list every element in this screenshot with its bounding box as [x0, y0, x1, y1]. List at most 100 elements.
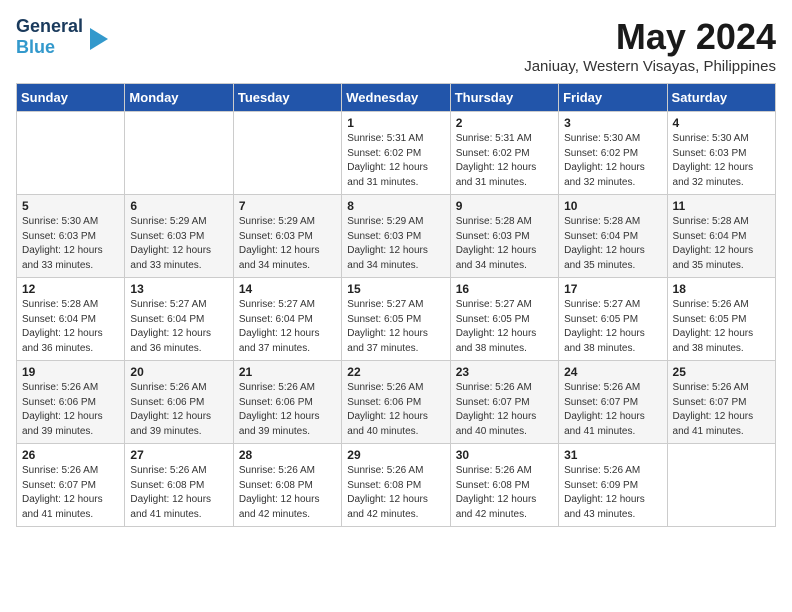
day-number: 10 — [564, 199, 661, 213]
day-info: Sunrise: 5:30 AM Sunset: 6:03 PM Dayligh… — [673, 132, 770, 190]
day-number: 13 — [130, 282, 227, 296]
day-info: Sunrise: 5:29 AM Sunset: 6:03 PM Dayligh… — [130, 215, 227, 273]
day-info: Sunrise: 5:26 AM Sunset: 6:08 PM Dayligh… — [130, 464, 227, 522]
day-number: 19 — [22, 365, 119, 379]
calendar-cell: 26 Sunrise: 5:26 AM Sunset: 6:07 PM Dayli… — [17, 444, 125, 527]
calendar-cell: 9Sunrise: 5:28 AM Sunset: 6:03 PM Daylig… — [450, 195, 558, 278]
day-number: 23 — [456, 365, 553, 379]
day-number: 4 — [673, 116, 770, 130]
day-info: Sunrise: 5:26 AM Sunset: 6:08 PM Dayligh… — [456, 464, 553, 522]
day-info: Sunrise: 5:28 AM Sunset: 6:04 PM Dayligh… — [564, 215, 661, 273]
calendar-cell: 20 Sunrise: 5:26 AM Sunset: 6:06 PM Dayli… — [125, 361, 233, 444]
day-info: Sunrise: 5:28 AM Sunset: 6:03 PM Dayligh… — [456, 215, 553, 273]
calendar-cell: 16Sunrise: 5:27 AM Sunset: 6:05 PM Dayli… — [450, 278, 558, 361]
calendar-cell: 23 Sunrise: 5:26 AM Sunset: 6:07 PM Dayli… — [450, 361, 558, 444]
location-subtitle: Janiuay, Western Visayas, Philippines — [524, 58, 776, 75]
logo: General Blue — [16, 16, 108, 58]
logo-arrow-icon — [90, 28, 108, 50]
day-number: 28 — [239, 448, 336, 462]
day-info: Sunrise: 5:29 AM Sunset: 6:03 PM Dayligh… — [239, 215, 336, 273]
calendar-cell: 24Sunrise: 5:26 AM Sunset: 6:07 PM Dayli… — [559, 361, 667, 444]
calendar-week-3: 12 Sunrise: 5:28 AM Sunset: 6:04 PM Dayli… — [17, 278, 776, 361]
day-info: Sunrise: 5:26 AM Sunset: 6:07 PM Dayligh… — [22, 464, 119, 522]
day-number: 15 — [347, 282, 444, 296]
day-header-monday: Monday — [125, 84, 233, 112]
calendar-cell: 12 Sunrise: 5:28 AM Sunset: 6:04 PM Dayli… — [17, 278, 125, 361]
day-info: Sunrise: 5:26 AM Sunset: 6:09 PM Dayligh… — [564, 464, 661, 522]
calendar-cell — [667, 444, 775, 527]
day-number: 29 — [347, 448, 444, 462]
calendar-week-5: 26 Sunrise: 5:26 AM Sunset: 6:07 PM Dayli… — [17, 444, 776, 527]
calendar-cell: 21Sunrise: 5:26 AM Sunset: 6:06 PM Dayli… — [233, 361, 341, 444]
day-number: 2 — [456, 116, 553, 130]
day-info: Sunrise: 5:29 AM Sunset: 6:03 PM Dayligh… — [347, 215, 444, 273]
title-section: May 2024 Janiuay, Western Visayas, Phili… — [524, 16, 776, 75]
day-info: Sunrise: 5:26 AM Sunset: 6:06 PM Dayligh… — [22, 381, 119, 439]
day-info: Sunrise: 5:26 AM Sunset: 6:08 PM Dayligh… — [239, 464, 336, 522]
calendar-table: SundayMondayTuesdayWednesdayThursdayFrid… — [16, 83, 776, 527]
day-number: 27 — [130, 448, 227, 462]
day-info: Sunrise: 5:30 AM Sunset: 6:03 PM Dayligh… — [22, 215, 119, 273]
day-info: Sunrise: 5:26 AM Sunset: 6:07 PM Dayligh… — [456, 381, 553, 439]
day-number: 11 — [673, 199, 770, 213]
day-info: Sunrise: 5:26 AM Sunset: 6:06 PM Dayligh… — [347, 381, 444, 439]
day-info: Sunrise: 5:26 AM Sunset: 6:06 PM Dayligh… — [239, 381, 336, 439]
day-number: 7 — [239, 199, 336, 213]
day-number: 6 — [130, 199, 227, 213]
day-number: 16 — [456, 282, 553, 296]
calendar-cell: 14Sunrise: 5:27 AM Sunset: 6:04 PM Dayli… — [233, 278, 341, 361]
calendar-cell: 30 Sunrise: 5:26 AM Sunset: 6:08 PM Dayli… — [450, 444, 558, 527]
day-number: 22 — [347, 365, 444, 379]
day-info: Sunrise: 5:27 AM Sunset: 6:05 PM Dayligh… — [564, 298, 661, 356]
logo-general: General — [16, 16, 83, 37]
calendar-cell: 10 Sunrise: 5:28 AM Sunset: 6:04 PM Dayli… — [559, 195, 667, 278]
page-header: General Blue May 2024 Janiuay, Western V… — [16, 16, 776, 75]
day-info: Sunrise: 5:27 AM Sunset: 6:05 PM Dayligh… — [347, 298, 444, 356]
day-number: 17 — [564, 282, 661, 296]
day-header-saturday: Saturday — [667, 84, 775, 112]
day-number: 20 — [130, 365, 227, 379]
calendar-cell: 31 Sunrise: 5:26 AM Sunset: 6:09 PM Dayli… — [559, 444, 667, 527]
day-info: Sunrise: 5:30 AM Sunset: 6:02 PM Dayligh… — [564, 132, 661, 190]
calendar-cell: 27 Sunrise: 5:26 AM Sunset: 6:08 PM Dayli… — [125, 444, 233, 527]
day-number: 31 — [564, 448, 661, 462]
calendar-header-row: SundayMondayTuesdayWednesdayThursdayFrid… — [17, 84, 776, 112]
calendar-week-4: 19 Sunrise: 5:26 AM Sunset: 6:06 PM Dayli… — [17, 361, 776, 444]
day-info: Sunrise: 5:28 AM Sunset: 6:04 PM Dayligh… — [22, 298, 119, 356]
calendar-cell: 29Sunrise: 5:26 AM Sunset: 6:08 PM Dayli… — [342, 444, 450, 527]
calendar-cell: 25 Sunrise: 5:26 AM Sunset: 6:07 PM Dayli… — [667, 361, 775, 444]
day-info: Sunrise: 5:27 AM Sunset: 6:04 PM Dayligh… — [130, 298, 227, 356]
calendar-cell: 17 Sunrise: 5:27 AM Sunset: 6:05 PM Dayli… — [559, 278, 667, 361]
day-number: 25 — [673, 365, 770, 379]
calendar-cell: 3 Sunrise: 5:30 AM Sunset: 6:02 PM Daylig… — [559, 112, 667, 195]
calendar-cell — [17, 112, 125, 195]
day-header-wednesday: Wednesday — [342, 84, 450, 112]
month-year-title: May 2024 — [524, 16, 776, 58]
day-header-friday: Friday — [559, 84, 667, 112]
calendar-cell — [233, 112, 341, 195]
day-info: Sunrise: 5:27 AM Sunset: 6:04 PM Dayligh… — [239, 298, 336, 356]
day-info: Sunrise: 5:28 AM Sunset: 6:04 PM Dayligh… — [673, 215, 770, 273]
day-info: Sunrise: 5:26 AM Sunset: 6:06 PM Dayligh… — [130, 381, 227, 439]
day-info: Sunrise: 5:26 AM Sunset: 6:07 PM Dayligh… — [673, 381, 770, 439]
day-header-tuesday: Tuesday — [233, 84, 341, 112]
day-number: 12 — [22, 282, 119, 296]
day-info: Sunrise: 5:26 AM Sunset: 6:07 PM Dayligh… — [564, 381, 661, 439]
day-header-thursday: Thursday — [450, 84, 558, 112]
calendar-cell: 11 Sunrise: 5:28 AM Sunset: 6:04 PM Dayli… — [667, 195, 775, 278]
calendar-cell: 13 Sunrise: 5:27 AM Sunset: 6:04 PM Dayli… — [125, 278, 233, 361]
calendar-cell: 15 Sunrise: 5:27 AM Sunset: 6:05 PM Dayli… — [342, 278, 450, 361]
logo-blue: Blue — [16, 37, 83, 58]
calendar-cell: 22 Sunrise: 5:26 AM Sunset: 6:06 PM Dayli… — [342, 361, 450, 444]
calendar-cell: 28 Sunrise: 5:26 AM Sunset: 6:08 PM Dayli… — [233, 444, 341, 527]
day-header-sunday: Sunday — [17, 84, 125, 112]
day-number: 30 — [456, 448, 553, 462]
day-number: 3 — [564, 116, 661, 130]
day-number: 8 — [347, 199, 444, 213]
calendar-cell: 1Sunrise: 5:31 AM Sunset: 6:02 PM Daylig… — [342, 112, 450, 195]
calendar-cell: 7 Sunrise: 5:29 AM Sunset: 6:03 PM Daylig… — [233, 195, 341, 278]
calendar-cell: 18Sunrise: 5:26 AM Sunset: 6:05 PM Dayli… — [667, 278, 775, 361]
calendar-cell: 5Sunrise: 5:30 AM Sunset: 6:03 PM Daylig… — [17, 195, 125, 278]
day-info: Sunrise: 5:26 AM Sunset: 6:05 PM Dayligh… — [673, 298, 770, 356]
day-number: 26 — [22, 448, 119, 462]
